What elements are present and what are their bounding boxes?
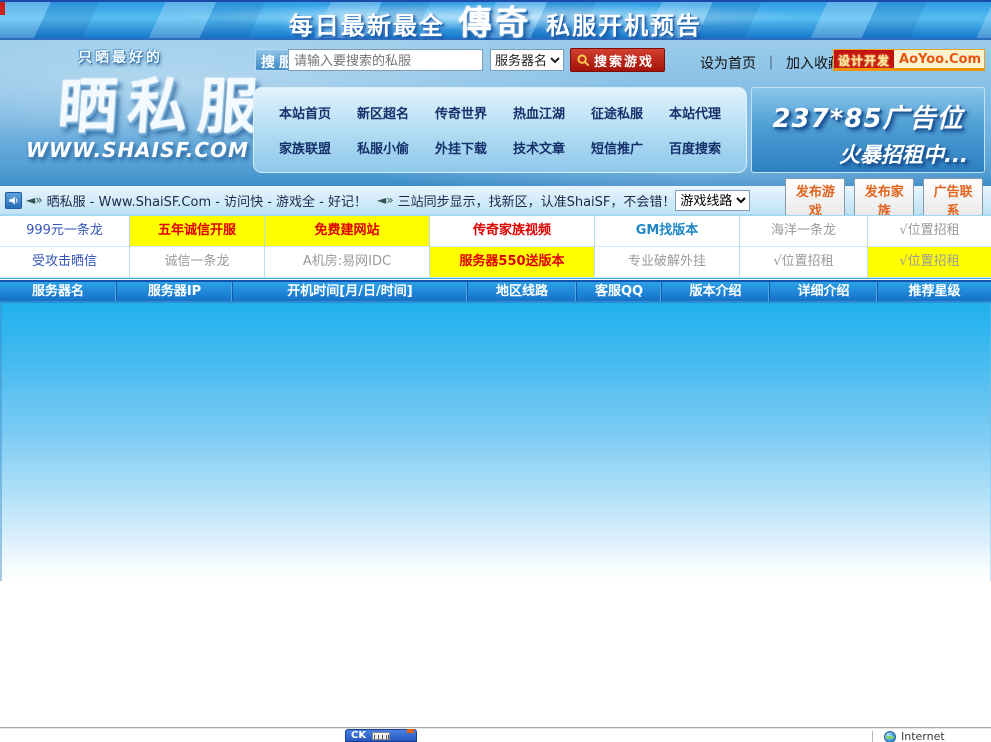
col-open-time[interactable]: 开机时间[月/日/时间]: [233, 282, 468, 301]
quick-links: 设为首页 ｜ 加入收藏: [700, 53, 842, 73]
promo-link[interactable]: GM找版本: [595, 216, 740, 247]
nav-item-new-zones[interactable]: 新区超名: [344, 103, 422, 122]
search-input[interactable]: [288, 49, 483, 71]
nav-item-home[interactable]: 本站首页: [266, 103, 344, 122]
promo-link[interactable]: 服务器550送版本: [430, 247, 595, 278]
ime-mode-label[interactable]: CK: [351, 730, 366, 741]
col-service-qq[interactable]: 客服QQ: [577, 282, 662, 301]
nav-item-baidu[interactable]: 百度搜索: [656, 138, 734, 157]
keyboard-icon[interactable]: [372, 732, 390, 740]
nav-item-sifu-thief[interactable]: 私服小偷: [344, 138, 422, 157]
col-detail-intro[interactable]: 详细介绍: [770, 282, 878, 301]
server-table-body-empty: [0, 303, 991, 581]
ad-slot-cta: 火暴招租中...: [752, 139, 984, 169]
promo-slot-free[interactable]: √位置招租: [740, 247, 868, 278]
site-url: WWW.SHAISF.COM: [26, 138, 249, 162]
promo-slot-free[interactable]: √位置招租: [868, 216, 991, 247]
promo-link[interactable]: 五年诚信开服: [130, 216, 265, 247]
announcement-bar: ◄» 晒私服 - Www.ShaiSF.Com - 访问快 - 游戏全 - 好记…: [0, 186, 991, 215]
col-server-name[interactable]: 服务器名: [0, 282, 117, 301]
col-star-rating[interactable]: 推荐星级: [878, 282, 991, 301]
promo-link-grid: 999元一条龙 五年诚信开服 免费建网站 传奇家族视频 GM找版本 海洋一条龙 …: [0, 215, 991, 279]
nav-item-rexue[interactable]: 热血江湖: [500, 103, 578, 122]
game-line-select[interactable]: 游戏线路: [675, 190, 750, 211]
search-button-label: 搜索游戏: [594, 51, 654, 70]
col-version-intro[interactable]: 版本介绍: [662, 282, 770, 301]
nav-item-articles[interactable]: 技术文章: [500, 138, 578, 157]
promo-link[interactable]: 专业破解外挂: [595, 247, 740, 278]
ad-slot-banner[interactable]: 237*85广告位 火暴招租中...: [751, 87, 985, 173]
banner-title: 每日最新最全 傳奇 私服开机预告: [289, 0, 702, 44]
internet-zone-label: Internet: [901, 730, 945, 742]
header: 只晒最好的 晒私服 WWW.SHAISF.COM 搜服 服务器名 搜索游戏 设为…: [0, 40, 991, 186]
promo-link[interactable]: 传奇家族视频: [430, 216, 595, 247]
banner-brand: 傳奇: [459, 3, 533, 42]
set-home-link[interactable]: 设为首页: [700, 53, 756, 73]
promo-link[interactable]: 999元一条龙: [0, 216, 130, 247]
dev-ad-banner[interactable]: 设计开发 AoYoo.Com: [833, 49, 985, 71]
nav-item-clans[interactable]: 家族联盟: [266, 138, 344, 157]
server-type-select[interactable]: 服务器名: [490, 49, 564, 71]
top-banner: 每日最新最全 傳奇 私服开机预告: [0, 0, 991, 40]
browser-status-zone: Internet: [872, 730, 945, 742]
announcement-text-2: 三站同步显示，找新区，认准ShaiSF，不会错！: [398, 191, 676, 210]
nav-item-agents[interactable]: 本站代理: [656, 103, 734, 122]
promo-slot-free[interactable]: √位置招租: [868, 247, 991, 278]
speaker-glyph-2: ◄»: [377, 193, 394, 207]
promo-link[interactable]: 免费建网站: [265, 216, 430, 247]
links-divider: ｜: [764, 53, 778, 73]
corner-marker: [0, 2, 5, 15]
nav-item-plugins[interactable]: 外挂下载: [422, 138, 500, 157]
banner-prefix: 每日最新最全: [289, 12, 445, 40]
statusbar-divider: [0, 727, 991, 729]
server-table-header: 服务器名 服务器IP 开机时间[月/日/时间] 地区线路 客服QQ 版本介绍 详…: [0, 280, 991, 303]
magnifier-icon: [577, 54, 590, 67]
main-nav: 本站首页 新区超名 传奇世界 热血江湖 征途私服 本站代理 家族联盟 私服小偷 …: [253, 87, 747, 173]
promo-link[interactable]: 海洋一条龙: [740, 216, 868, 247]
nav-item-zhengtu[interactable]: 征途私服: [578, 103, 656, 122]
nav-item-sms[interactable]: 短信推广: [578, 138, 656, 157]
page: 每日最新最全 傳奇 私服开机预告 只晒最好的 晒私服 WWW.SHAISF.CO…: [0, 0, 991, 742]
ime-accent: [407, 729, 414, 733]
dev-ad-label: 设计开发: [834, 50, 894, 68]
nav-item-woool[interactable]: 传奇世界: [422, 103, 500, 122]
banner-suffix: 私服开机预告: [546, 12, 702, 40]
promo-link[interactable]: 诚信一条龙: [130, 247, 265, 278]
status-separator: [872, 731, 873, 742]
speaker-glyph: ◄»: [26, 193, 43, 207]
col-server-ip[interactable]: 服务器IP: [117, 282, 233, 301]
internet-globe-icon: [884, 731, 896, 742]
ad-slot-size: 237*85广告位: [752, 98, 984, 135]
announcement-text-1: 晒私服 - Www.ShaiSF.Com - 访问快 - 游戏全 - 好记！: [47, 191, 367, 210]
speaker-icon: [5, 192, 22, 209]
col-region-line[interactable]: 地区线路: [468, 282, 577, 301]
search-button[interactable]: 搜索游戏: [570, 48, 665, 72]
site-logo[interactable]: 晒私服: [55, 58, 271, 145]
dev-ad-site: AoYoo.Com: [894, 50, 986, 68]
promo-link[interactable]: A机房:易网IDC: [265, 247, 430, 278]
ime-toolbar[interactable]: CK: [345, 729, 417, 742]
promo-link[interactable]: 受攻击晒信: [0, 247, 130, 278]
